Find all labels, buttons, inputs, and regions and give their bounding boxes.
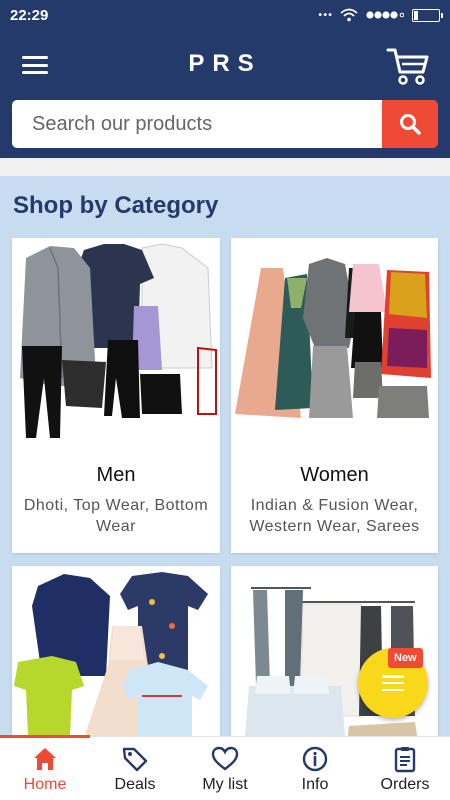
- info-icon: [302, 746, 328, 772]
- category-subtitle: Dhoti, Top Wear, Bottom Wear: [23, 497, 209, 535]
- nav-my-list[interactable]: My list: [180, 737, 270, 800]
- status-bar: 22:29 •••: [0, 0, 450, 30]
- clipboard-icon: [394, 747, 416, 773]
- header-divider: [0, 158, 450, 176]
- wifi-icon: [340, 8, 358, 22]
- women-clothing-image: [231, 238, 438, 438]
- status-icons: •••: [317, 8, 443, 22]
- category-name: Women: [300, 464, 369, 486]
- category-subtitle: Indian & Fusion Wear, Western Wear, Sare…: [249, 497, 420, 535]
- home-icon: [34, 748, 56, 770]
- bottom-navigation: Home Deals My list Info Orders: [0, 735, 450, 800]
- nav-deals[interactable]: Deals: [90, 737, 180, 800]
- active-tab-indicator: [0, 735, 90, 738]
- nav-label: Orders: [380, 776, 430, 793]
- search-bar: [12, 100, 438, 148]
- category-name: Men: [96, 464, 136, 486]
- search-button[interactable]: [382, 100, 438, 148]
- category-card-women[interactable]: Women Indian & Fusion Wear, Western Wear…: [231, 238, 438, 553]
- heart-icon: [211, 746, 239, 771]
- search-input[interactable]: [12, 100, 382, 148]
- cellular-signal-icon: [366, 11, 404, 19]
- battery-icon: [412, 8, 443, 22]
- search-icon: [400, 114, 421, 135]
- nav-label: Deals: [114, 776, 156, 793]
- brand-title: PRS: [188, 50, 262, 77]
- category-card-men[interactable]: Men Dhoti, Top Wear, Bottom Wear: [12, 238, 220, 553]
- nav-label: Home: [23, 776, 67, 793]
- section-title: Shop by Category: [13, 192, 219, 219]
- nav-label: Info: [301, 776, 329, 793]
- signal-dots-icon: •••: [317, 9, 333, 21]
- cart-icon[interactable]: [386, 46, 430, 86]
- nav-info[interactable]: Info: [270, 737, 360, 800]
- nav-home[interactable]: Home: [0, 737, 90, 800]
- nav-label: My list: [202, 776, 248, 793]
- nav-orders[interactable]: Orders: [360, 737, 450, 800]
- new-badge: New: [388, 648, 423, 668]
- men-clothing-image: [12, 238, 220, 438]
- tag-icon: [122, 747, 148, 772]
- app-header: PRS: [0, 30, 450, 158]
- menu-icon: [382, 675, 404, 691]
- status-time: 22:29: [10, 6, 49, 24]
